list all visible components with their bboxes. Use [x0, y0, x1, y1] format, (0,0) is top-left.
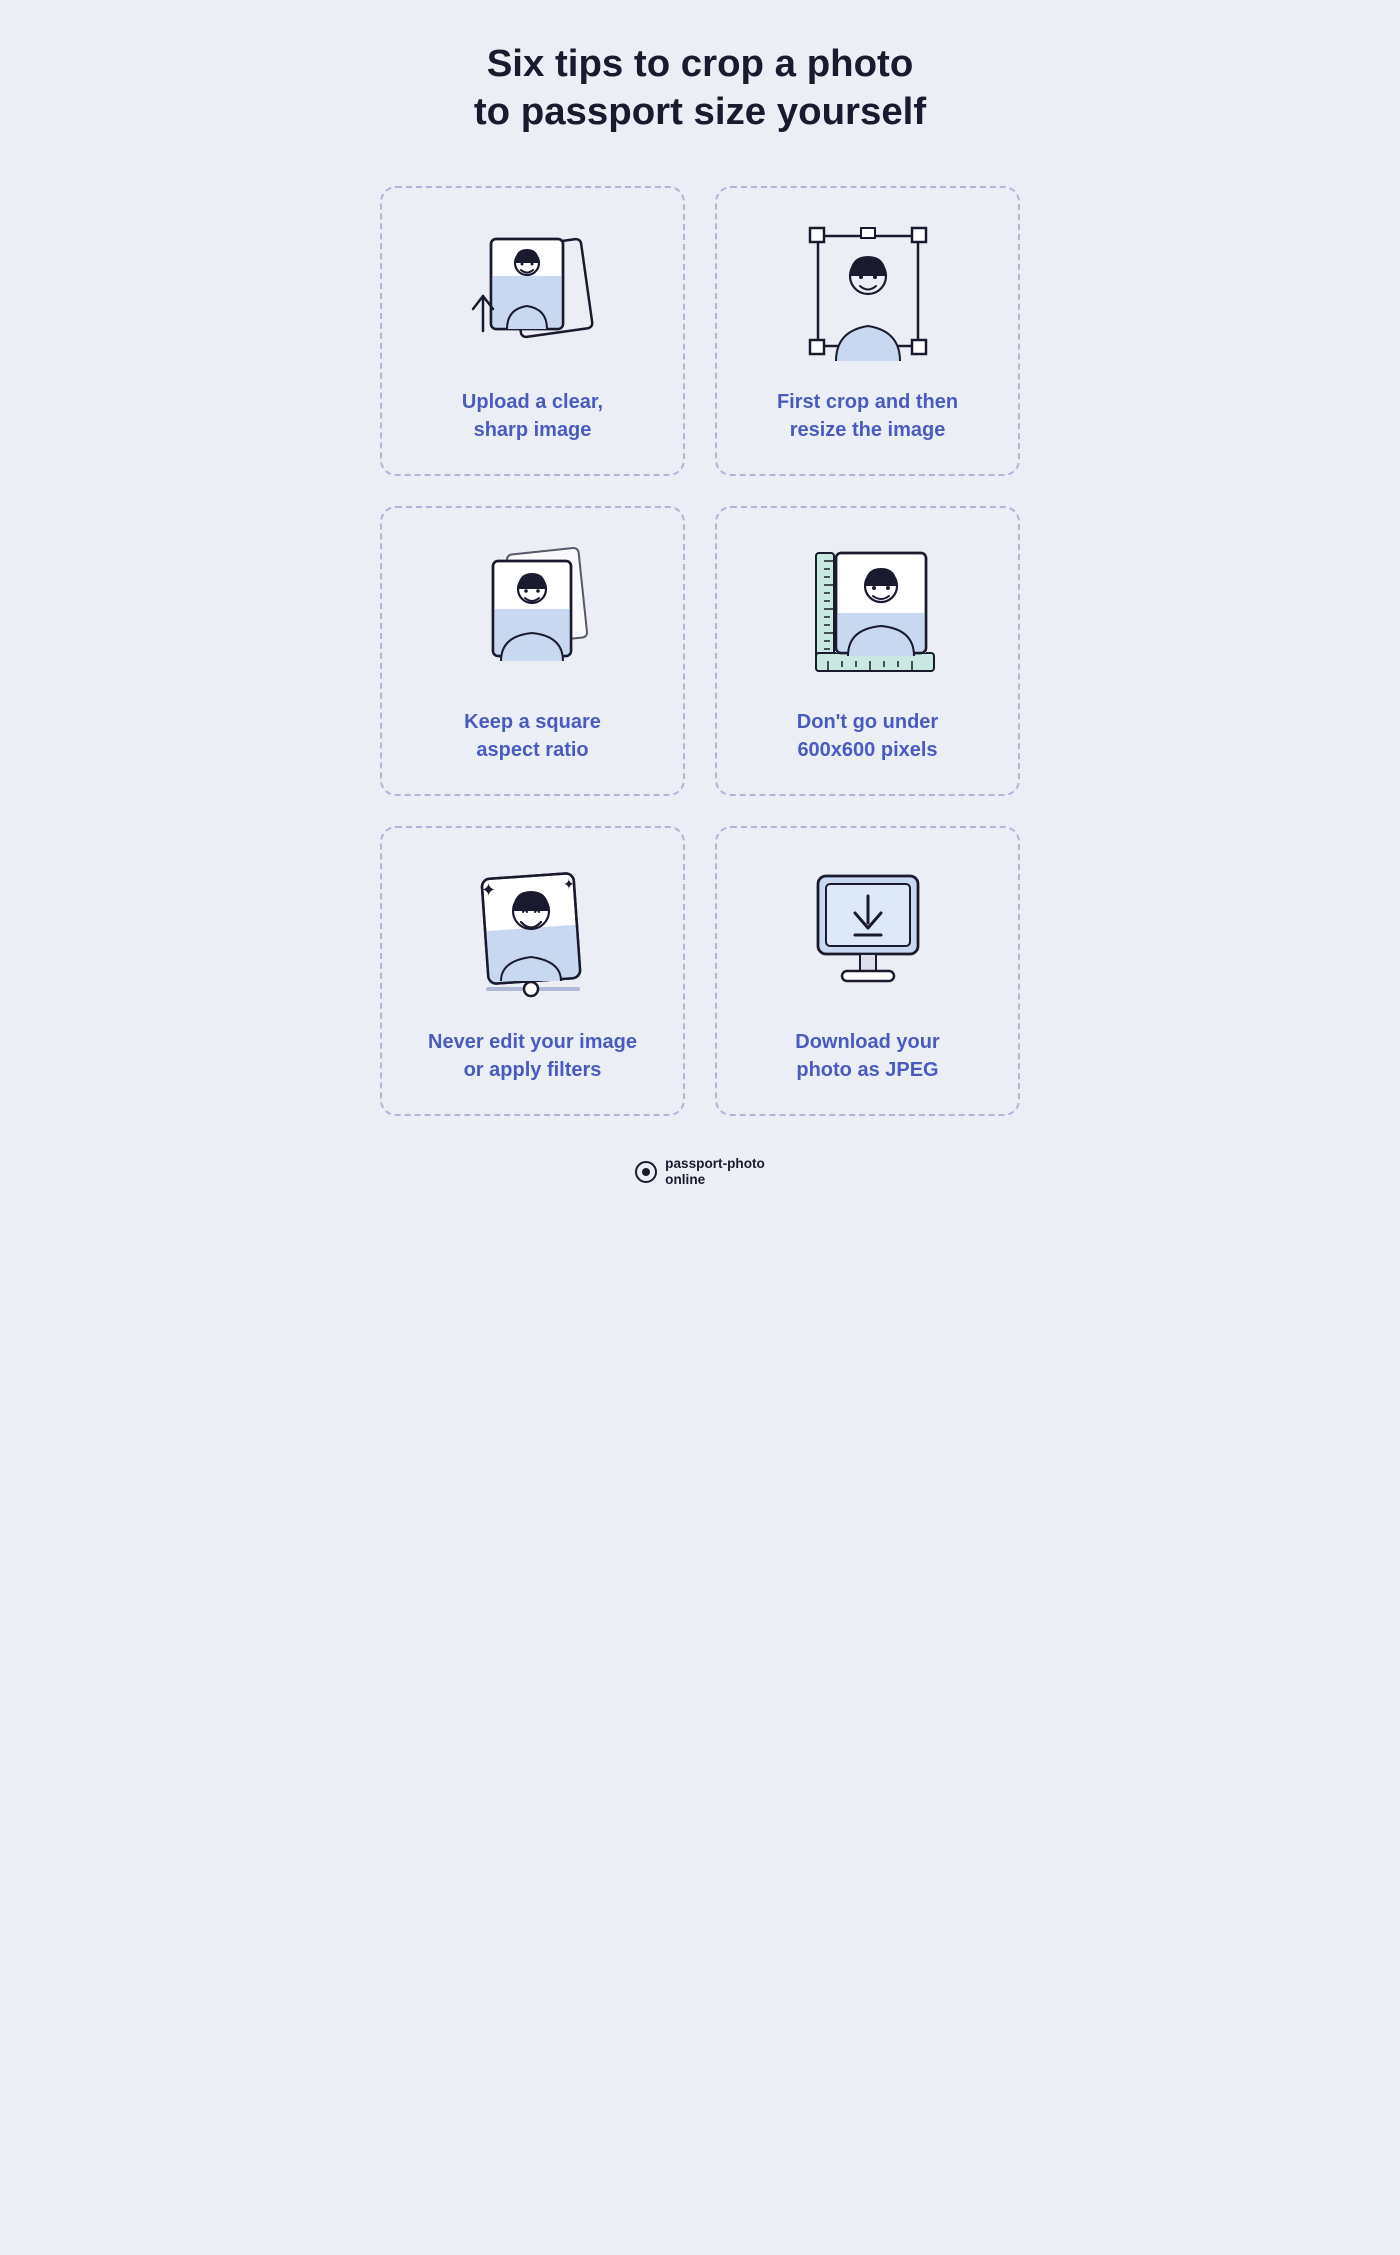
card-download: Download your photo as JPEG	[715, 826, 1020, 1116]
svg-text:✦: ✦	[481, 880, 496, 900]
card-pixels: Don't go under 600x600 pixels	[715, 506, 1020, 796]
card-crop-resize-label: First crop and then resize the image	[777, 388, 958, 444]
card-pixels-label: Don't go under 600x600 pixels	[797, 708, 938, 764]
page-title: Six tips to crop a photo to passport siz…	[380, 40, 1020, 136]
card-upload-label: Upload a clear, sharp image	[462, 388, 603, 444]
svg-text:✦: ✦	[563, 878, 575, 893]
icon-pixels	[793, 538, 943, 688]
brand-logo	[635, 1161, 657, 1183]
tips-grid: Upload a clear, sharp image	[380, 186, 1020, 1116]
logo-dot	[642, 1168, 650, 1176]
card-filters: ✦ ✦ Never edit your image or apply filte…	[380, 826, 685, 1116]
card-aspect-ratio-label: Keep a square aspect ratio	[464, 708, 601, 764]
footer: passport-photo online	[380, 1156, 1020, 1189]
card-upload: Upload a clear, sharp image	[380, 186, 685, 476]
card-aspect-ratio: Keep a square aspect ratio	[380, 506, 685, 796]
icon-download	[793, 858, 943, 1008]
brand-name: passport-photo online	[665, 1156, 765, 1189]
icon-aspect-ratio	[458, 538, 608, 688]
icon-crop-resize	[793, 218, 943, 368]
card-download-label: Download your photo as JPEG	[795, 1028, 939, 1084]
card-filters-label: Never edit your image or apply filters	[428, 1028, 637, 1084]
icon-upload	[458, 218, 608, 368]
card-crop-resize: First crop and then resize the image	[715, 186, 1020, 476]
icon-filters: ✦ ✦	[458, 858, 608, 1008]
